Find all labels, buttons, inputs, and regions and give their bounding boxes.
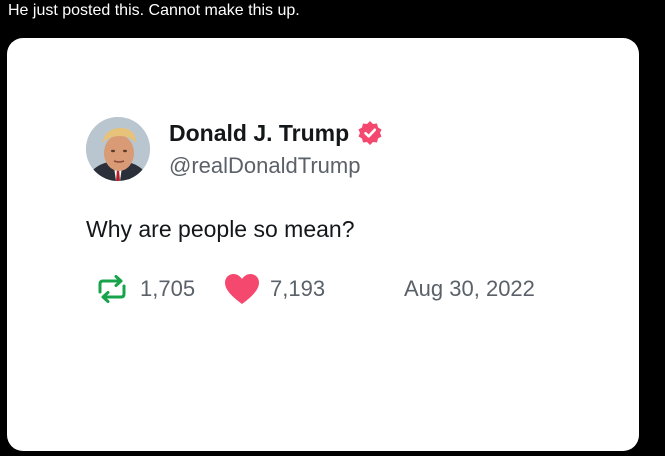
heart-icon[interactable]: [224, 273, 260, 305]
retweet-stat[interactable]: 1,705: [94, 274, 195, 304]
post-caption: He just posted this. Cannot make this up…: [8, 2, 300, 19]
author-name[interactable]: Donald J. Trump: [169, 120, 349, 147]
tweet-date[interactable]: Aug 30, 2022: [404, 274, 535, 304]
tweet-card: [7, 38, 639, 451]
avatar-image: [86, 117, 150, 181]
author-handle[interactable]: @realDonaldTrump: [169, 153, 360, 179]
verified-badge-icon: [357, 120, 383, 146]
like-count: 7,193: [270, 276, 326, 301]
tweet-text: Why are people so mean?: [86, 216, 355, 242]
retweet-icon[interactable]: [94, 274, 130, 304]
like-stat[interactable]: 7,193: [224, 274, 325, 304]
avatar[interactable]: [86, 117, 150, 181]
author-row: Donald J. Trump: [169, 118, 383, 148]
retweet-count: 1,705: [140, 276, 196, 301]
